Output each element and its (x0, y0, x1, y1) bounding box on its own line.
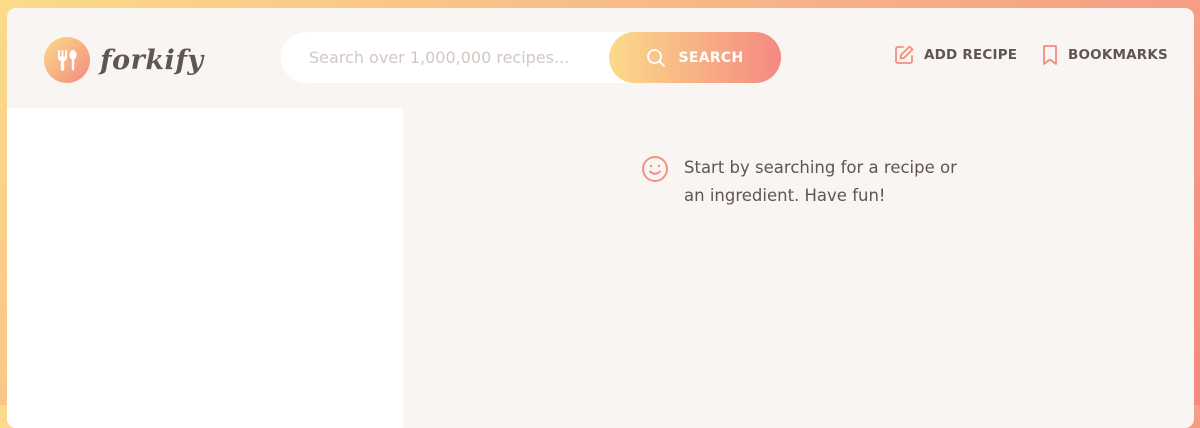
start-message-text: Start by searching for a recipe or an in… (684, 158, 957, 205)
smile-icon (642, 156, 668, 182)
edit-icon (895, 45, 914, 64)
header: forkify SEARCH ADD RECIPE BOOKM (7, 8, 1194, 108)
fork-spoon-icon (44, 37, 90, 83)
logo-text: forkify (100, 44, 204, 76)
bookmarks-button[interactable]: BOOKMARKS (1041, 44, 1168, 66)
search-button-label: SEARCH (678, 49, 744, 66)
search-form: SEARCH (281, 32, 781, 83)
start-message: Start by searching for a recipe or an in… (641, 154, 974, 210)
app-container: forkify SEARCH ADD RECIPE BOOKM (7, 8, 1194, 428)
logo[interactable]: forkify (44, 37, 204, 83)
recipe-view: Start by searching for a recipe or an in… (403, 108, 1194, 428)
bookmark-icon (1043, 45, 1057, 65)
bookmarks-label: BOOKMARKS (1068, 47, 1168, 63)
search-button[interactable]: SEARCH (609, 32, 781, 83)
add-recipe-label: ADD RECIPE (924, 47, 1018, 63)
add-recipe-button[interactable]: ADD RECIPE (893, 44, 1017, 66)
search-results-panel (7, 108, 403, 428)
search-icon (647, 48, 666, 67)
search-input[interactable] (309, 32, 609, 83)
